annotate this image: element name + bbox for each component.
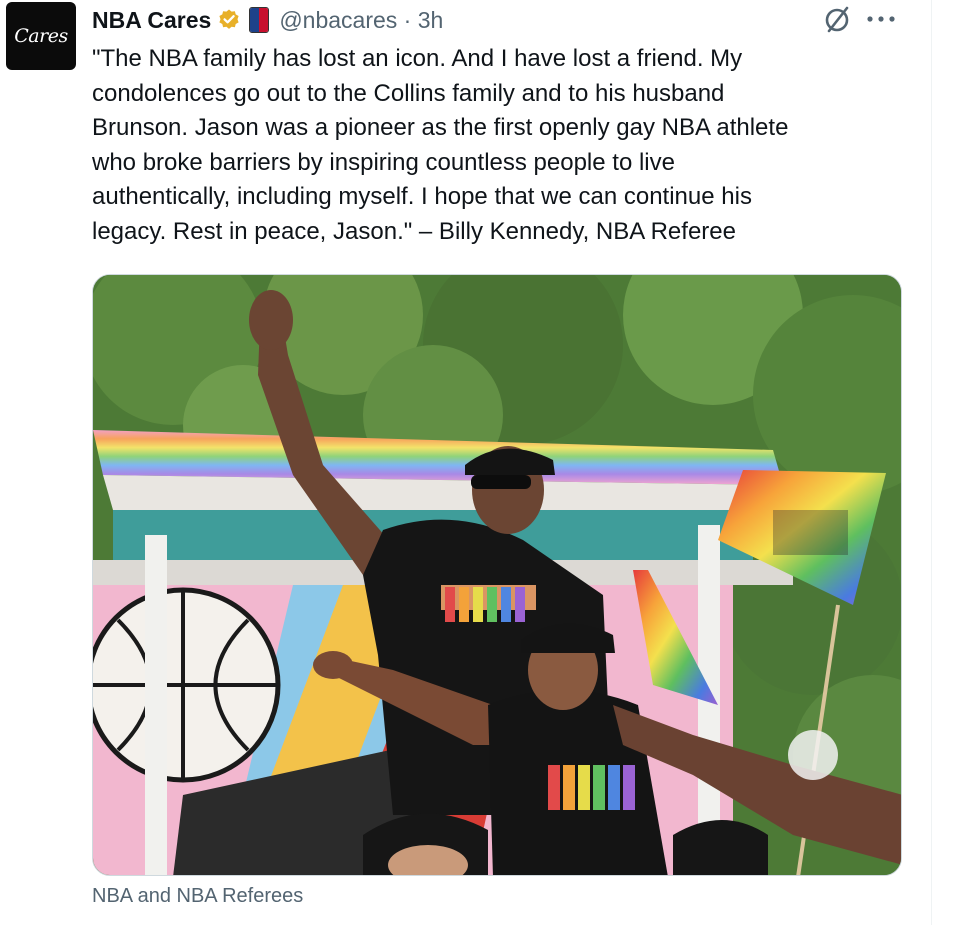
more-icon[interactable] (864, 14, 898, 24)
author-name[interactable]: NBA Cares (92, 7, 211, 34)
timeline-divider (931, 0, 932, 925)
tweet-text-line: Brunson. Jason was a pioneer as the firs… (92, 114, 789, 141)
affiliate-nba-logo-icon[interactable] (249, 7, 270, 33)
tweet-text: "The NBA family has lost an icon. And I … (92, 42, 912, 249)
tweet-text-line: authentically, including myself. I hope … (92, 183, 752, 210)
grok-icon[interactable] (822, 4, 852, 34)
avatar[interactable]: Cares (6, 2, 76, 70)
avatar-logo-text: Cares (14, 25, 68, 47)
parade-photo (93, 275, 901, 875)
tweet-text-line: "The NBA family has lost an icon. And I … (92, 45, 743, 72)
timestamp: 3h (417, 6, 444, 33)
tweet-photo[interactable] (92, 274, 902, 876)
author-handle[interactable]: @nbacares · 3h (279, 7, 443, 34)
tweet-header: NBA Cares @nbacares · 3h (92, 4, 443, 36)
tweet-text-line: who broke barriers by inspiring countles… (92, 148, 675, 176)
tweet-text-line: legacy. Rest in peace, Jason." – Billy K… (92, 217, 736, 245)
verified-badge-icon (219, 9, 239, 29)
tweet-text-line: condolences go out to the Collins family… (92, 79, 725, 107)
media-caption[interactable]: NBA and NBA Referees (92, 885, 303, 908)
